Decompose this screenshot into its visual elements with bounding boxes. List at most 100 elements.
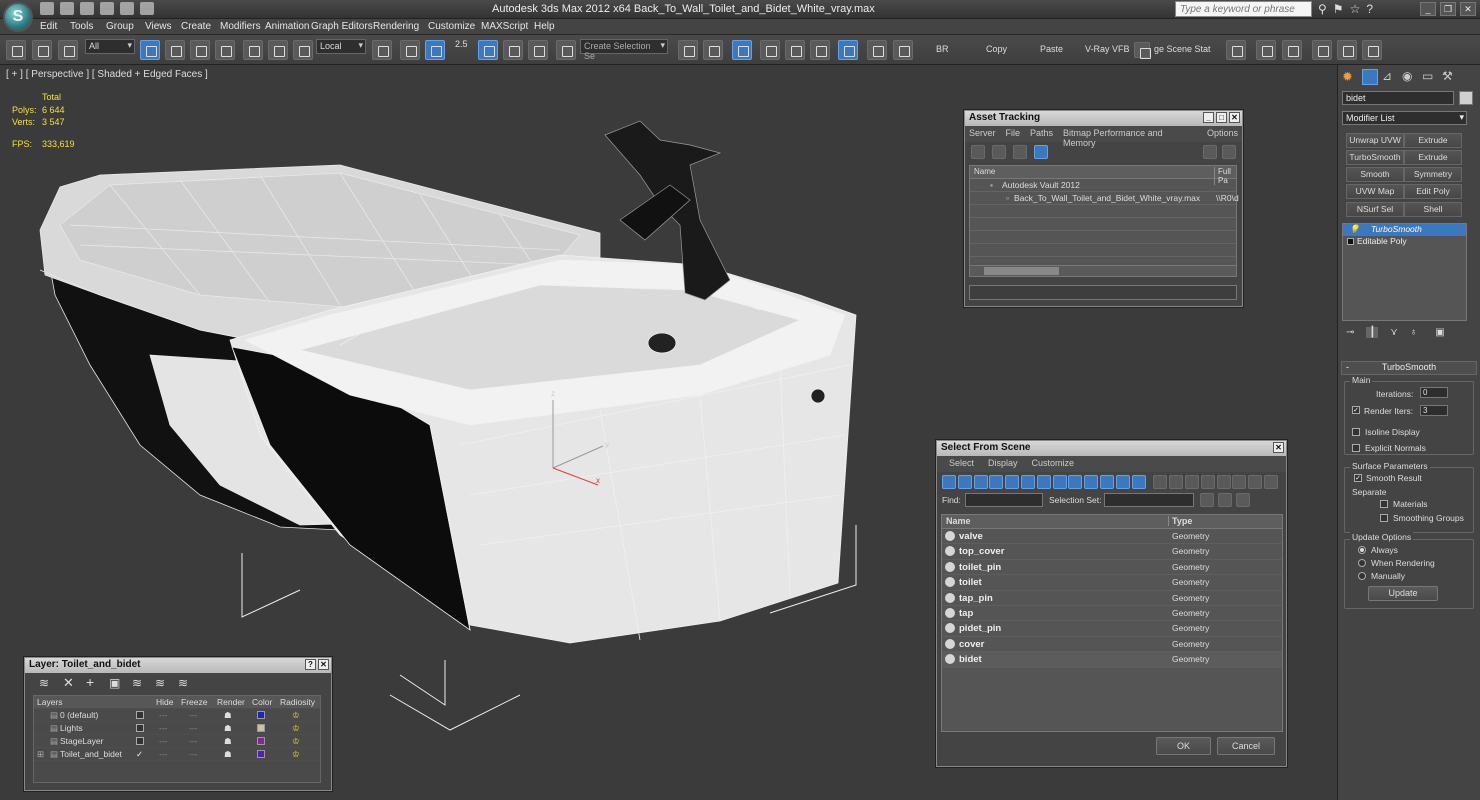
- undo-icon[interactable]: [100, 2, 114, 15]
- layer-color-swatch[interactable]: [257, 737, 265, 745]
- menu-customize[interactable]: Customize: [428, 21, 475, 32]
- create-tab-icon[interactable]: ✹: [1342, 69, 1358, 85]
- mod-btn-turbosmooth[interactable]: TurboSmooth: [1346, 150, 1404, 165]
- settings-icon[interactable]: [1222, 145, 1236, 159]
- layer-color-swatch[interactable]: [257, 711, 265, 719]
- menu-tools[interactable]: Tools: [70, 21, 93, 32]
- smoothing-groups-checkbox[interactable]: [1380, 514, 1388, 522]
- select-invert-icon[interactable]: [1232, 475, 1247, 489]
- maximize-icon[interactable]: □: [1216, 112, 1227, 123]
- add-to-set-icon[interactable]: [1218, 493, 1232, 507]
- mirror-icon[interactable]: [678, 40, 698, 60]
- app-logo-icon[interactable]: S: [3, 2, 33, 32]
- scene-object-row[interactable]: tap_pin Geometry: [942, 591, 1282, 606]
- make-unique-icon[interactable]: ⋎: [1390, 327, 1397, 338]
- display-geometry-icon[interactable]: [942, 475, 956, 489]
- when-rendering-radio[interactable]: [1358, 559, 1366, 567]
- rotate-icon[interactable]: [268, 40, 288, 60]
- selection-filter-dropdown[interactable]: All: [85, 39, 135, 54]
- select-layer-icon[interactable]: ≋: [132, 676, 142, 690]
- select-manipulate-icon[interactable]: [400, 40, 420, 60]
- pivot-center-icon[interactable]: [372, 40, 392, 60]
- close-icon[interactable]: ✕: [1229, 112, 1240, 123]
- hierarchy-tab-icon[interactable]: ⊿: [1382, 69, 1398, 85]
- select-by-name-icon[interactable]: [165, 40, 185, 60]
- menu-rendering[interactable]: Rendering: [373, 21, 419, 32]
- motion-tab-icon[interactable]: ◉: [1402, 69, 1418, 85]
- mod-btn-nsurf-sel[interactable]: NSurf Sel: [1346, 202, 1404, 217]
- scene-object-row[interactable]: cover Geometry: [942, 637, 1282, 653]
- restore-icon[interactable]: ❐: [1440, 2, 1456, 16]
- display-invert-icon[interactable]: [1169, 475, 1184, 489]
- asset-menu-paths[interactable]: Paths: [1030, 128, 1053, 140]
- close-icon[interactable]: ✕: [1273, 442, 1284, 453]
- layer-row[interactable]: ▤ StageLayer --- --- ☗ ♔: [34, 735, 320, 748]
- align-icon[interactable]: [703, 40, 723, 60]
- selection-set-dropdown[interactable]: [1104, 493, 1194, 507]
- save-file-icon[interactable]: [80, 2, 94, 15]
- display-tab-icon[interactable]: ▭: [1422, 69, 1438, 85]
- layer-manager-icon[interactable]: [732, 40, 752, 60]
- new-file-icon[interactable]: [40, 2, 54, 15]
- render-iters-spinner[interactable]: 3: [1420, 405, 1448, 416]
- create-set-icon[interactable]: [1200, 493, 1214, 507]
- list-view-icon[interactable]: [992, 145, 1006, 159]
- table-view-icon[interactable]: [1034, 145, 1048, 159]
- new-layer-icon[interactable]: ≋: [39, 676, 49, 690]
- graphite-ribbon-icon[interactable]: [760, 40, 780, 60]
- manually-radio[interactable]: [1358, 572, 1366, 580]
- col-name[interactable]: Name: [974, 167, 995, 176]
- select-in-layer-icon[interactable]: ▣: [109, 676, 120, 690]
- turbosmooth-rollout-header[interactable]: - TurboSmooth: [1341, 361, 1477, 375]
- project-folder-icon[interactable]: [140, 2, 154, 15]
- mod-btn-shell[interactable]: Shell: [1404, 202, 1462, 217]
- display-all-icon[interactable]: [1131, 475, 1146, 489]
- display-none-icon[interactable]: [1153, 475, 1168, 489]
- always-radio[interactable]: [1358, 546, 1366, 554]
- add-to-layer-icon[interactable]: +: [86, 674, 94, 690]
- asset-row[interactable]: ▫ Back_To_Wall_Toilet_and_Bidet_White_vra…: [970, 192, 1239, 205]
- keyboard-shortcut-icon[interactable]: [425, 40, 445, 60]
- edit-named-sets-icon[interactable]: [556, 40, 576, 60]
- display-cameras-icon[interactable]: [989, 475, 1004, 489]
- window-crossing-icon[interactable]: [215, 40, 235, 60]
- menu-maxscript[interactable]: MAXScript: [481, 21, 528, 32]
- utilities-tab-icon[interactable]: ⚒: [1442, 69, 1458, 85]
- minimize-icon[interactable]: _: [1420, 2, 1436, 16]
- curve-editor-icon[interactable]: [785, 40, 805, 60]
- mod-btn-extrude[interactable]: Extrude: [1404, 133, 1462, 148]
- display-containers-icon[interactable]: [1084, 475, 1099, 489]
- spinner-snap-icon[interactable]: [528, 40, 548, 60]
- col-name[interactable]: Name: [946, 516, 971, 526]
- cancel-button[interactable]: Cancel: [1217, 737, 1275, 755]
- modifier-stack[interactable]: 💡 TurboSmooth Editable Poly: [1342, 223, 1467, 321]
- toolbar-scene-states-label[interactable]: ge Scene Stat: [1154, 44, 1211, 54]
- sfs-menu-customize[interactable]: Customize: [1032, 458, 1075, 470]
- object-paint-icon[interactable]: [1282, 40, 1302, 60]
- menu-edit[interactable]: Edit: [40, 21, 57, 32]
- mod-btn-unwrap-uvw[interactable]: Unwrap UVW: [1346, 133, 1404, 148]
- filter-icon[interactable]: [1248, 475, 1263, 489]
- filter-options-icon[interactable]: [1264, 475, 1278, 489]
- asset-menu-bitmap[interactable]: Bitmap Performance and Memory: [1063, 128, 1197, 148]
- iterations-spinner[interactable]: 0: [1420, 387, 1448, 398]
- find-input[interactable]: [965, 493, 1043, 507]
- object-color-swatch[interactable]: [1459, 91, 1473, 105]
- ok-button[interactable]: OK: [1156, 737, 1211, 755]
- display-lights-icon[interactable]: [973, 475, 988, 489]
- menu-group[interactable]: Group: [106, 21, 134, 32]
- link-icon[interactable]: [6, 40, 26, 60]
- col-type[interactable]: Type: [1168, 516, 1192, 526]
- toolbar-br-label[interactable]: BR: [936, 44, 949, 54]
- scene-object-list[interactable]: Name Type valve Geometry top_cover Geometr…: [941, 514, 1283, 732]
- toolbar-copy-label[interactable]: Copy: [986, 44, 1007, 54]
- display-frozen-icon[interactable]: [1100, 475, 1114, 489]
- mod-btn-symmetry[interactable]: Symmetry: [1404, 167, 1462, 182]
- freeze-all-icon[interactable]: ≋: [178, 676, 188, 690]
- layer-manager-titlebar[interactable]: Layer: Toilet_and_bidet ? ✕: [25, 658, 331, 673]
- display-helpers-icon[interactable]: [1005, 475, 1020, 489]
- current-layer-checkbox[interactable]: [136, 711, 144, 719]
- select-all-icon[interactable]: [1200, 475, 1215, 489]
- sort-list-icon[interactable]: [1185, 475, 1199, 489]
- move-icon[interactable]: [243, 40, 263, 60]
